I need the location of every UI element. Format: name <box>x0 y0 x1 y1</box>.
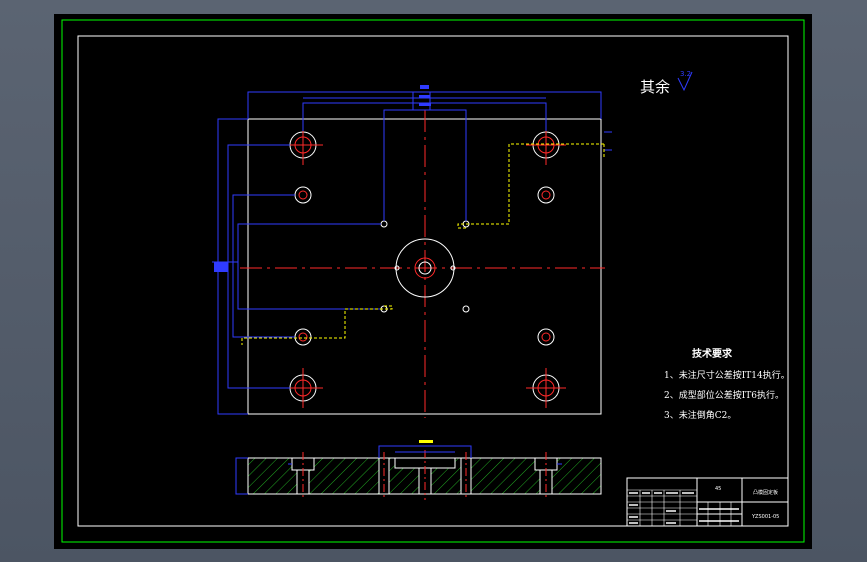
punch-hole <box>462 305 470 313</box>
tech-req-item-1: 1、未注尺寸公差按IT14执行。 <box>664 369 790 381</box>
tech-req-item-2: 2、成型部位公差按IT6执行。 <box>664 389 784 401</box>
drawing-viewport[interactable]: 其余 3.2 技术要求 1、未注尺寸公差按IT14执行。 2、成型部位公差按IT… <box>54 14 812 549</box>
drawing-number: YZS001-05 <box>751 514 779 520</box>
surface-finish-value: 3.2 <box>680 70 691 78</box>
hidden-lines <box>241 143 605 345</box>
tech-req-item-3: 3、未注倒角C2。 <box>664 409 736 421</box>
section-view <box>235 440 602 500</box>
punch-hole <box>380 220 388 228</box>
section-label <box>419 440 433 443</box>
dimension-texts <box>214 85 431 272</box>
part-name: 凸模固定板 <box>753 489 778 496</box>
technical-requirements: 技术要求 1、未注尺寸公差按IT14执行。 2、成型部位公差按IT6执行。 3、… <box>664 347 790 421</box>
tech-req-title: 技术要求 <box>692 347 733 360</box>
cad-drawing: 其余 3.2 技术要求 1、未注尺寸公差按IT14执行。 2、成型部位公差按IT… <box>61 19 805 543</box>
material-mark: 45 <box>715 486 721 492</box>
surface-finish-label: 其余 <box>640 78 670 96</box>
top-view <box>240 110 605 418</box>
surface-finish-note: 其余 3.2 <box>640 70 693 96</box>
title-block: 45 凸模固定板 YZS001-05 <box>626 477 789 527</box>
